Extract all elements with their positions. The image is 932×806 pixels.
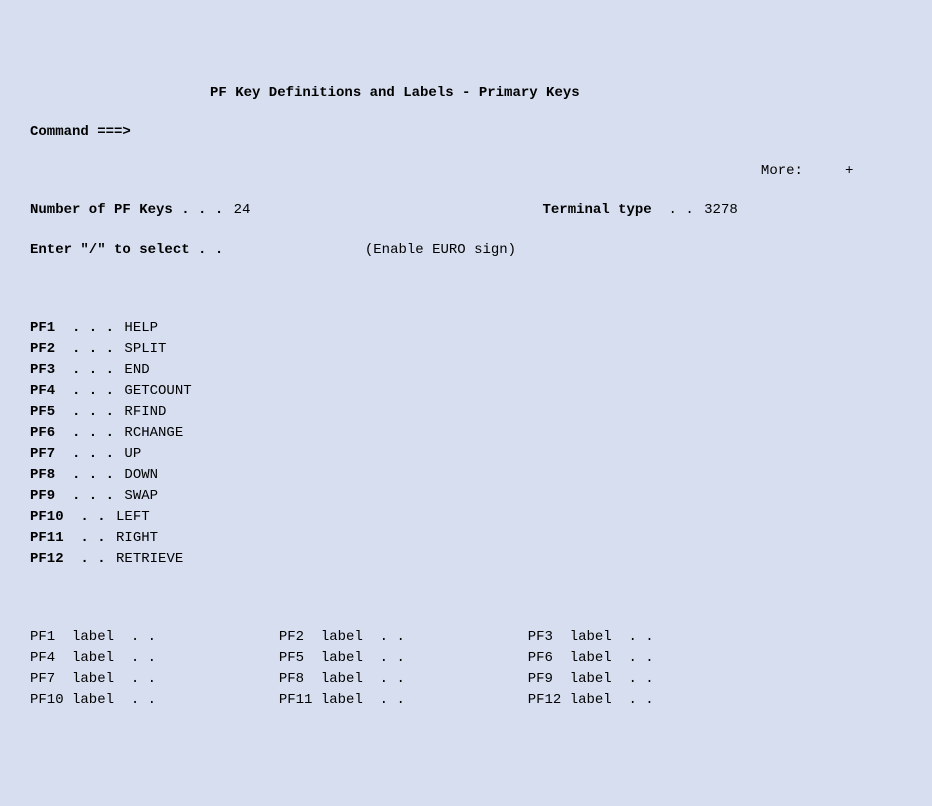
pf-label-cell: PF10 label . . [30, 692, 164, 708]
pf-key-name: PF11 . . [30, 530, 106, 546]
pf-label-input[interactable] [662, 669, 726, 690]
pf-label-input[interactable] [164, 648, 228, 669]
pf-def-row: PF11 . . [0, 528, 932, 549]
pf-label-input[interactable] [662, 648, 726, 669]
pf-key-name: PF10 . . [30, 509, 106, 525]
pf-key-value-input[interactable] [122, 402, 286, 423]
pf-key-value-input[interactable] [122, 444, 286, 465]
pf-key-name: PF7 . . . [30, 446, 114, 462]
num-pf-keys-label: Number of PF Keys . . . [30, 202, 223, 218]
pf-def-row: PF3 . . . [0, 360, 932, 381]
num-pf-keys-input[interactable] [232, 200, 316, 221]
pf-key-name: PF6 . . . [30, 425, 114, 441]
pf-label-cell: PF6 label . . [528, 650, 662, 666]
pf-key-name: PF9 . . . [30, 488, 114, 504]
pf-key-value-input[interactable] [122, 423, 286, 444]
pf-key-value-input[interactable] [122, 318, 286, 339]
command-prompt: Command ===> [30, 124, 131, 140]
pf-key-name: PF2 . . . [30, 341, 114, 357]
pf-key-name: PF12 . . [30, 551, 106, 567]
pf-def-row: PF12 . . [0, 549, 932, 570]
pf-def-row: PF7 . . . [0, 444, 932, 465]
terminal-type-input[interactable] [702, 200, 786, 221]
pf-label-input[interactable] [164, 669, 228, 690]
page-title: PF Key Definitions and Labels - Primary … [0, 84, 932, 103]
pf-key-value-input[interactable] [122, 360, 286, 381]
terminal-type-dots: . . [669, 202, 694, 218]
pf-label-input[interactable] [413, 690, 477, 711]
euro-hint: (Enable EURO sign) [365, 242, 516, 258]
pf-key-name: PF4 . . . [30, 383, 114, 399]
pf-label-cell: PF5 label . . [279, 650, 413, 666]
pf-label-cell: PF9 label . . [528, 671, 662, 687]
pf-label-row: PF4 label . . PF5 label . . PF6 label . … [0, 648, 932, 669]
pf-key-value-input[interactable] [122, 465, 286, 486]
terminal-type-label: Terminal type [542, 202, 651, 218]
pf-def-row: PF1 . . . [0, 318, 932, 339]
pf-label-row: PF10 label . . PF11 label . . PF12 label… [0, 690, 932, 711]
select-input[interactable] [232, 240, 256, 261]
blank-row-2 [0, 589, 932, 608]
pf-def-row: PF9 . . . [0, 486, 932, 507]
pf-label-cell: PF4 label . . [30, 650, 164, 666]
pf-def-row: PF10 . . [0, 507, 932, 528]
pf-def-row: PF4 . . . [0, 381, 932, 402]
pf-label-cell: PF3 label . . [528, 629, 662, 645]
pf-label-input[interactable] [164, 690, 228, 711]
pf-def-row: PF2 . . . [0, 339, 932, 360]
pf-label-input[interactable] [164, 627, 228, 648]
pf-def-row: PF6 . . . [0, 423, 932, 444]
more-label: More: [761, 163, 803, 179]
pf-key-name: PF3 . . . [30, 362, 114, 378]
pf-key-value-input[interactable] [122, 381, 286, 402]
blank-row [0, 280, 932, 299]
command-input[interactable] [139, 122, 743, 143]
pf-label-row: PF1 label . . PF2 label . . PF3 label . … [0, 627, 932, 648]
pf-key-value-input[interactable] [122, 486, 286, 507]
pf-label-input[interactable] [413, 648, 477, 669]
pf-key-name: PF8 . . . [30, 467, 114, 483]
pf-label-cell: PF8 label . . [279, 671, 413, 687]
pf-label-cell: PF1 label . . [30, 629, 164, 645]
pf-key-name: PF1 . . . [30, 320, 114, 336]
pf-key-value-input[interactable] [122, 339, 286, 360]
pf-label-input[interactable] [413, 669, 477, 690]
pf-key-value-input[interactable] [114, 507, 278, 528]
pf-label-cell: PF7 label . . [30, 671, 164, 687]
pf-label-row: PF7 label . . PF8 label . . PF9 label . … [0, 669, 932, 690]
pf-label-input[interactable] [662, 627, 726, 648]
pf-key-value-input[interactable] [114, 528, 278, 549]
pf-label-input[interactable] [662, 690, 726, 711]
pf-def-row: PF5 . . . [0, 402, 932, 423]
pf-key-value-input[interactable] [114, 549, 278, 570]
more-indicator-row: More: + [0, 162, 932, 181]
pf-label-cell: PF2 label . . [279, 629, 413, 645]
pf-key-name: PF5 . . . [30, 404, 114, 420]
pf-label-input[interactable] [413, 627, 477, 648]
pf-def-row: PF8 . . . [0, 465, 932, 486]
more-plus: + [845, 163, 853, 179]
select-label: Enter "/" to select . . [30, 242, 223, 258]
pf-label-cell: PF12 label . . [528, 692, 662, 708]
pf-label-cell: PF11 label . . [279, 692, 413, 708]
